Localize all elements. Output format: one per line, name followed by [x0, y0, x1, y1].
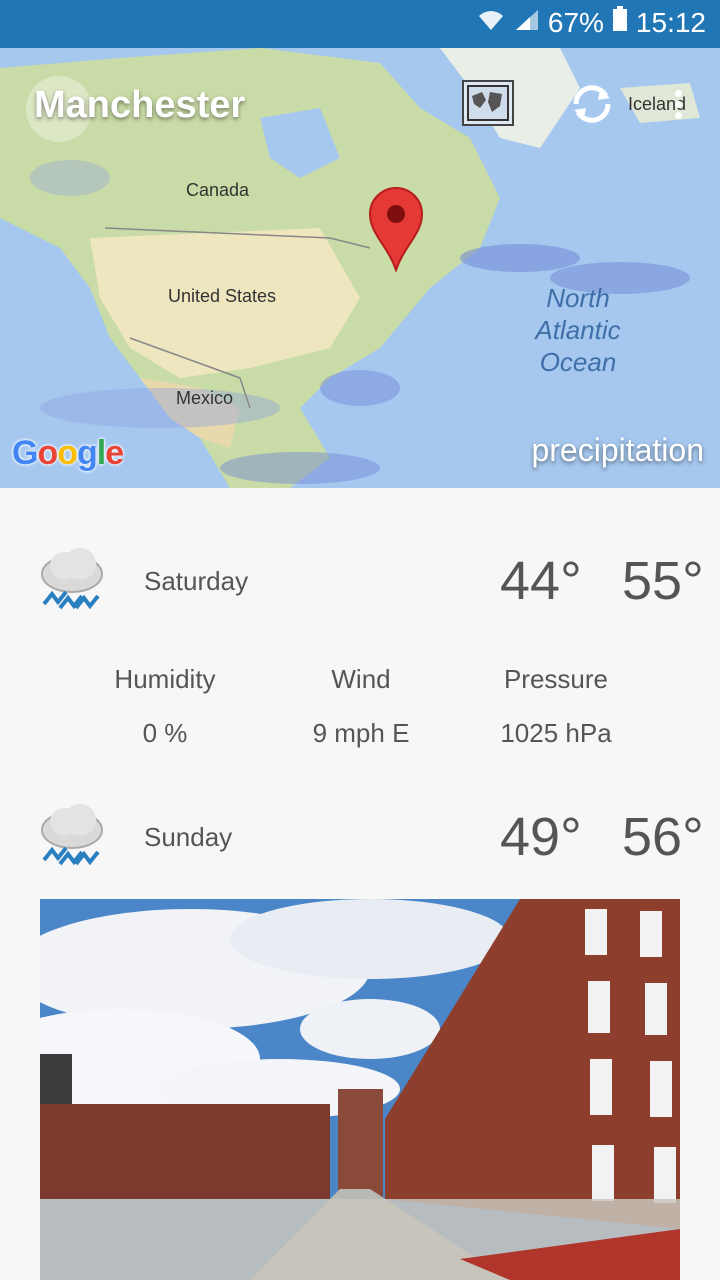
- pressure-label: Pressure: [503, 664, 609, 694]
- refresh-button[interactable]: [568, 82, 616, 126]
- rain-cloud-icon: [36, 800, 108, 872]
- temp-high: 55°: [622, 551, 704, 611]
- battery-icon: [612, 6, 628, 39]
- ocean-label-line: Ocean: [539, 347, 617, 377]
- weather-map[interactable]: Manchester Iceland Canada United States …: [0, 48, 720, 488]
- city-photo: [40, 899, 680, 1280]
- temp-low: 44°: [500, 551, 582, 611]
- city-name: Manchester: [34, 84, 246, 126]
- google-logo: Google: [12, 434, 124, 472]
- ocean-label-line: Atlantic: [535, 315, 621, 345]
- wifi-icon: [476, 7, 506, 39]
- map-label-usa: United States: [168, 286, 277, 306]
- temp-low: 49°: [500, 807, 582, 867]
- wind-value: 9 mph E: [312, 718, 410, 748]
- map-label-mexico: Mexico: [176, 388, 234, 408]
- map-label-canada: Canada: [186, 180, 250, 200]
- humidity-value: 0 %: [142, 718, 188, 748]
- signal-icon: [514, 7, 540, 39]
- location-pin-icon[interactable]: [368, 186, 424, 272]
- forecast-day-sunday[interactable]: Sunday 49° 56°: [0, 800, 720, 890]
- map-layers-button[interactable]: [462, 80, 514, 126]
- refresh-icon: [573, 85, 611, 123]
- pressure-value: 1025 hPa: [500, 718, 612, 748]
- day-name: Saturday: [144, 566, 249, 596]
- clock: 15:12: [635, 6, 706, 38]
- dot-icon: [674, 90, 682, 97]
- wind-label: Wind: [331, 664, 391, 694]
- map-layer-label: precipitation: [531, 432, 704, 468]
- ocean-label: North Atlantic Ocean: [528, 282, 628, 378]
- forecast-day-saturday[interactable]: Saturday 44° 55°: [0, 544, 720, 634]
- dot-icon: [674, 112, 682, 119]
- world-map-icon: [467, 85, 509, 121]
- status-bar: 67% 15:12: [0, 0, 720, 48]
- day-name: Sunday: [144, 822, 233, 852]
- temp-high: 56°: [622, 807, 704, 867]
- battery-percent: 67%: [547, 6, 604, 38]
- rain-cloud-icon: [36, 544, 108, 616]
- dot-icon: [674, 101, 682, 108]
- humidity-label: Humidity: [114, 664, 216, 694]
- more-options-button[interactable]: [668, 86, 688, 126]
- ocean-label-line: North: [546, 283, 610, 313]
